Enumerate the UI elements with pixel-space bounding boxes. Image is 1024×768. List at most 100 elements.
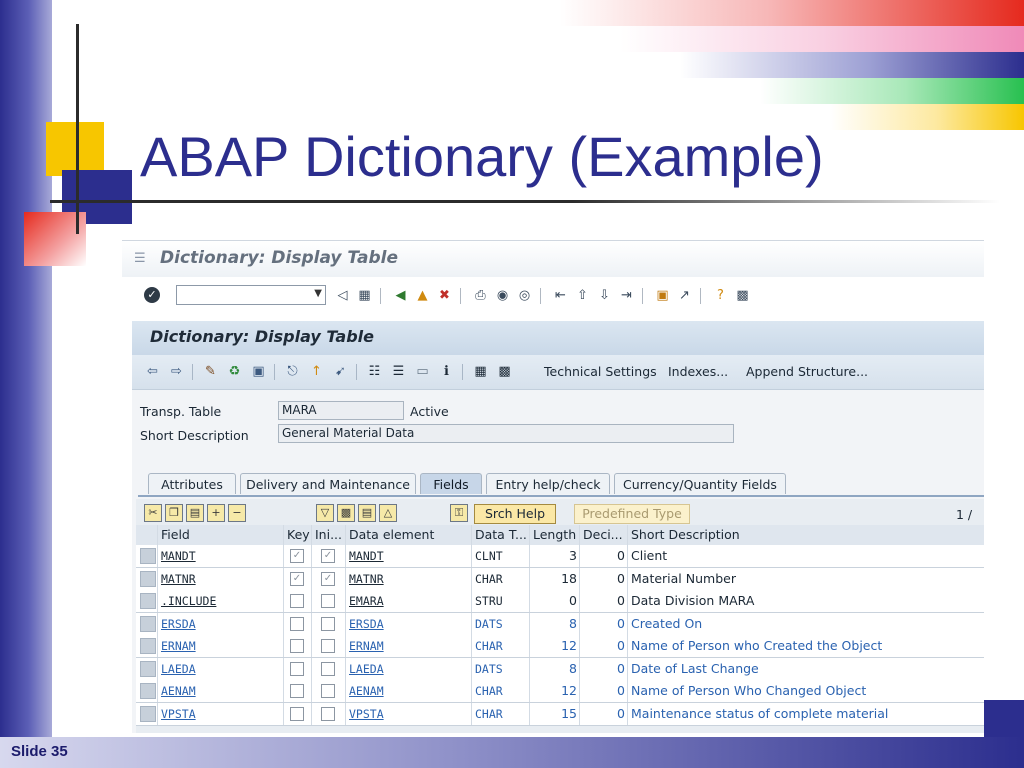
field-name-cell[interactable]: ERSDA <box>158 612 284 635</box>
key-checkbox[interactable] <box>290 639 304 653</box>
object-list-icon[interactable]: ↑ <box>308 363 325 380</box>
contents-icon[interactable]: ▦ <box>472 363 489 380</box>
row-select-button[interactable] <box>140 548 156 564</box>
initial-values-checkbox[interactable]: ✓ <box>321 571 335 586</box>
shortcut-icon[interactable]: ↗ <box>676 287 693 304</box>
table-row[interactable]: LAEDA LAEDA DATS 8 0 Date of Last Change <box>136 657 984 681</box>
delete-row-icon[interactable]: − <box>228 504 246 522</box>
column-header-data-type[interactable]: Data T... <box>472 525 530 545</box>
field-name-cell[interactable]: LAEDA <box>158 657 284 680</box>
short-description-field[interactable]: General Material Data <box>278 424 734 443</box>
column-header-data-element[interactable]: Data element <box>346 525 472 545</box>
transp-table-field[interactable]: MARA <box>278 401 404 420</box>
field-name-cell[interactable]: .INCLUDE <box>158 590 284 612</box>
row-select-button[interactable] <box>140 705 156 722</box>
select-all-header[interactable] <box>136 525 158 545</box>
column-header-field[interactable]: Field <box>158 525 284 545</box>
key-checkbox[interactable]: ✓ <box>290 571 304 586</box>
menu-icon[interactable]: ☰ <box>134 252 148 266</box>
predefined-type-button[interactable]: Predefined Type <box>574 504 690 524</box>
key-checkbox[interactable] <box>290 594 304 608</box>
table-row[interactable]: MATNR ✓ ✓ MATNR CHAR 18 0 Material Number <box>136 567 984 591</box>
data-element-cell[interactable]: MANDT <box>346 545 472 567</box>
key-checkbox[interactable] <box>290 706 304 721</box>
column-header-decimals[interactable]: Deci... <box>580 525 628 545</box>
hierarchy-icon[interactable]: ☷ <box>366 363 383 380</box>
initial-values-checkbox[interactable] <box>321 639 335 653</box>
row-select-button[interactable] <box>140 638 156 654</box>
next-page-icon[interactable]: ⇩ <box>596 287 613 304</box>
data-element-cell[interactable]: LAEDA <box>346 657 472 680</box>
key-checkbox[interactable] <box>290 616 304 631</box>
select-all-icon[interactable]: ▽ <box>316 504 334 522</box>
column-header-short-description[interactable]: Short Description <box>628 525 984 545</box>
graphic-icon[interactable]: ☰ <box>390 363 407 380</box>
row-selector[interactable] <box>136 657 158 680</box>
row-select-button[interactable] <box>140 615 156 632</box>
row-selector[interactable] <box>136 545 158 567</box>
paste-icon[interactable]: ▤ <box>186 504 204 522</box>
command-field[interactable]: ▼ <box>176 285 326 305</box>
data-element-cell[interactable]: VPSTA <box>346 702 472 725</box>
column-header-length[interactable]: Length <box>530 525 580 545</box>
table-row[interactable]: MANDT ✓ ✓ MANDT CLNT 3 0 Client <box>136 545 984 568</box>
prev-page-icon[interactable]: ⇧ <box>574 287 591 304</box>
tab-attributes[interactable]: Attributes <box>148 473 236 494</box>
row-select-button[interactable] <box>140 570 156 587</box>
row-select-button[interactable] <box>140 660 156 677</box>
tab-entry-help-check[interactable]: Entry help/check <box>486 473 610 494</box>
row-selector[interactable] <box>136 702 158 725</box>
copy-icon[interactable]: ❐ <box>165 504 183 522</box>
display-change-icon[interactable]: ✎ <box>202 363 219 380</box>
key-checkbox[interactable] <box>290 684 304 698</box>
row-select-button[interactable] <box>140 683 156 699</box>
field-name-cell[interactable]: ERNAM <box>158 635 284 657</box>
field-name-cell[interactable]: MANDT <box>158 545 284 567</box>
key-icon[interactable]: ⚿ <box>450 504 468 522</box>
where-used-icon[interactable]: ⎋ <box>284 363 301 380</box>
column-header-initial[interactable]: Ini... <box>312 525 346 545</box>
initial-values-checkbox[interactable] <box>321 661 335 676</box>
cancel-icon[interactable]: ✖ <box>436 287 453 304</box>
table-row[interactable]: AENAM AENAM CHAR 12 0 Name of Person Who Chan… <box>136 680 984 703</box>
cut-icon[interactable]: ✂ <box>144 504 162 522</box>
find-next-icon[interactable]: ◎ <box>516 287 533 304</box>
activate-icon[interactable]: ♻ <box>226 363 243 380</box>
initial-values-checkbox[interactable] <box>321 616 335 631</box>
back-icon[interactable]: ◁ <box>334 287 351 304</box>
last-page-icon[interactable]: ⇥ <box>618 287 635 304</box>
data-element-cell[interactable]: ERNAM <box>346 635 472 657</box>
initial-values-checkbox[interactable] <box>321 594 335 608</box>
info-icon[interactable]: ℹ <box>438 363 455 380</box>
table-grid-icon[interactable]: ▩ <box>496 363 513 380</box>
table-row[interactable]: ERSDA ERSDA DATS 8 0 Created On <box>136 612 984 636</box>
print-icon[interactable]: ⎙ <box>472 287 489 304</box>
help-icon[interactable]: ? <box>712 287 729 304</box>
data-element-cell[interactable]: AENAM <box>346 680 472 702</box>
data-element-cell[interactable]: MATNR <box>346 567 472 590</box>
save-icon[interactable]: ▦ <box>356 287 373 304</box>
data-element-cell[interactable]: ERSDA <box>346 612 472 635</box>
row-selector[interactable] <box>136 680 158 702</box>
srch-help-button[interactable]: Srch Help <box>474 504 556 524</box>
arrow-left-icon[interactable]: ⇦ <box>144 363 161 380</box>
table-row[interactable]: ERNAM ERNAM CHAR 12 0 Name of Person who Crea… <box>136 635 984 658</box>
find-icon[interactable]: ◉ <box>494 287 511 304</box>
initial-values-checkbox[interactable] <box>321 706 335 721</box>
create-session-icon[interactable]: ▣ <box>654 287 671 304</box>
key-checkbox[interactable] <box>290 661 304 676</box>
new-rows-icon[interactable]: ▩ <box>337 504 355 522</box>
column-header-key[interactable]: Key <box>284 525 312 545</box>
indexes-button[interactable]: Indexes... <box>668 364 728 379</box>
check-icon[interactable]: ▣ <box>250 363 267 380</box>
display-icon[interactable]: ▭ <box>414 363 431 380</box>
data-element-cell[interactable]: EMARA <box>346 590 472 612</box>
row-select-button[interactable] <box>140 593 156 609</box>
enter-icon[interactable]: ✓ <box>144 287 160 303</box>
tab-fields[interactable]: Fields <box>420 473 482 494</box>
back-green-icon[interactable]: ◀ <box>392 287 409 304</box>
insert-row-icon[interactable]: + <box>207 504 225 522</box>
technical-settings-button[interactable]: Technical Settings <box>544 364 657 379</box>
row-selector[interactable] <box>136 590 158 612</box>
deselect-icon[interactable]: ▤ <box>358 504 376 522</box>
